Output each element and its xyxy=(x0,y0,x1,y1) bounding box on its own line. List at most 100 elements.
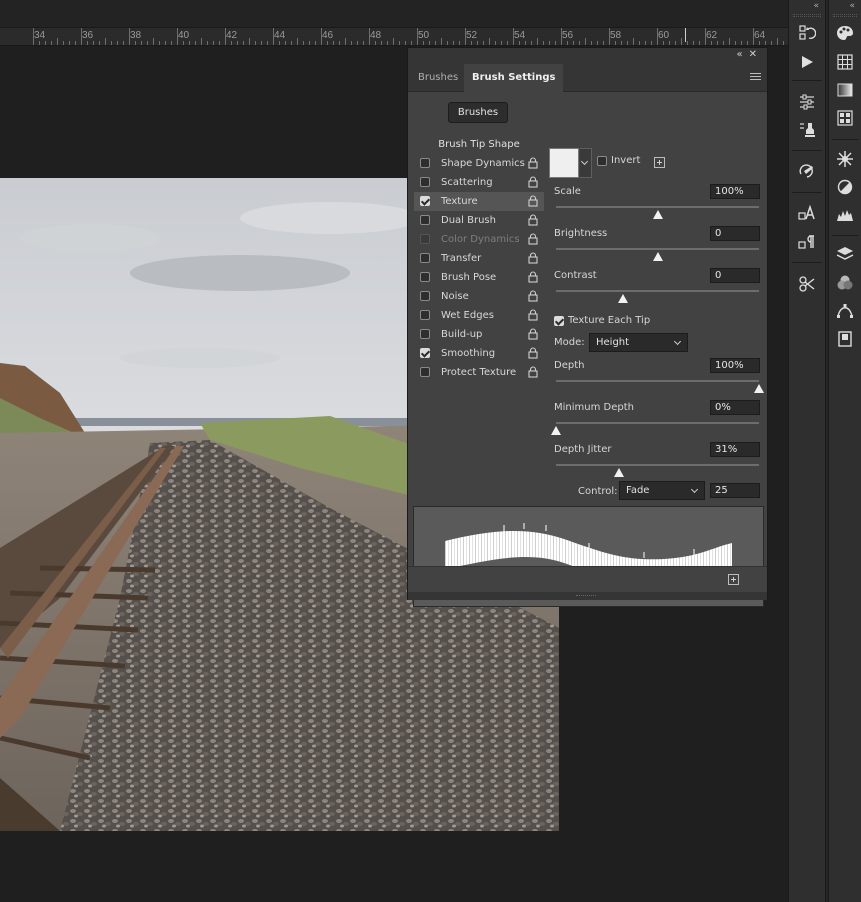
brush-presets-icon[interactable] xyxy=(796,160,818,182)
brightness-slider-thumb[interactable] xyxy=(652,252,663,261)
collapse-arrows-icon[interactable]: « xyxy=(789,0,825,12)
contrast-input[interactable] xyxy=(710,268,760,283)
pattern-picker-dropdown[interactable] xyxy=(580,148,592,178)
depth-jitter-slider-thumb[interactable] xyxy=(613,468,624,477)
mode-dropdown[interactable]: Height xyxy=(589,333,688,352)
brush-option-build-up[interactable]: Build-up xyxy=(414,325,544,344)
ruler-label: 60 xyxy=(658,30,670,41)
depth-label: Depth xyxy=(554,360,585,371)
brush-option-scattering[interactable]: Scattering xyxy=(414,173,544,192)
minimum-depth-slider-track[interactable] xyxy=(556,422,759,424)
swatches-grid-icon[interactable] xyxy=(834,51,856,73)
depth-input[interactable] xyxy=(710,358,760,373)
depth-slider-track[interactable] xyxy=(556,380,759,382)
paths-icon[interactable] xyxy=(834,300,856,322)
ruler-tick xyxy=(675,41,676,45)
clone-source-icon[interactable] xyxy=(796,118,818,140)
ruler-tick xyxy=(141,41,142,45)
panel-menu-icon[interactable] xyxy=(750,73,761,82)
ruler-tick xyxy=(651,41,652,45)
invert-checkbox[interactable] xyxy=(597,156,607,166)
ruler-tick xyxy=(513,28,514,45)
brush-option-smoothing[interactable]: Smoothing xyxy=(414,344,544,363)
ruler-tick xyxy=(693,41,694,45)
depth-jitter-input[interactable] xyxy=(710,442,760,457)
minimum-depth-input[interactable] xyxy=(710,400,760,415)
character-icon[interactable] xyxy=(796,202,818,224)
mode-value: Height xyxy=(596,337,630,348)
texture-each-tip-checkbox[interactable] xyxy=(554,316,564,326)
option-checkbox[interactable] xyxy=(420,329,430,339)
brightness-label: Brightness xyxy=(554,228,608,239)
option-checkbox[interactable] xyxy=(420,196,430,206)
option-checkbox[interactable] xyxy=(420,310,430,320)
brush-option-texture[interactable]: Texture xyxy=(414,192,544,211)
adjustments-icon[interactable] xyxy=(796,91,818,113)
color-palette-icon[interactable] xyxy=(834,22,856,44)
collapse-panel-icon[interactable]: « xyxy=(736,49,748,60)
texture-pattern-swatch[interactable] xyxy=(549,148,579,178)
brush-option-dual-brush[interactable]: Dual Brush xyxy=(414,211,544,230)
brightness-input[interactable] xyxy=(710,226,760,241)
ruler-tick xyxy=(591,41,592,45)
contrast-slider-thumb[interactable] xyxy=(617,294,628,303)
brush-option-color-dynamics[interactable]: Color Dynamics xyxy=(414,230,544,249)
brush-option-protect-texture[interactable]: Protect Texture xyxy=(414,363,544,382)
contrast-slider-track[interactable] xyxy=(556,290,759,292)
control-amount-input[interactable] xyxy=(710,483,760,498)
brushes-button[interactable]: Brushes xyxy=(448,102,508,123)
paragraph-style-icon[interactable] xyxy=(796,231,818,253)
tool-presets-icon[interactable] xyxy=(796,273,818,295)
adjust-circle-icon[interactable] xyxy=(834,176,856,198)
brush-option-brush-pose[interactable]: Brush Pose xyxy=(414,268,544,287)
histogram-icon[interactable] xyxy=(834,204,856,226)
libraries-icon[interactable] xyxy=(834,328,856,350)
texture-each-tip-label: Texture Each Tip xyxy=(568,315,651,326)
option-checkbox[interactable] xyxy=(420,348,430,358)
depth-jitter-slider-track[interactable] xyxy=(556,464,759,466)
control-dropdown[interactable]: Fade xyxy=(619,481,705,500)
create-new-brush-icon[interactable] xyxy=(728,574,739,585)
option-checkbox[interactable] xyxy=(420,272,430,282)
brush-tip-shape-item[interactable]: Brush Tip Shape xyxy=(414,135,544,154)
history-icon[interactable] xyxy=(796,22,818,44)
panel-resize-grip[interactable] xyxy=(408,592,767,600)
tab-brush-settings[interactable]: Brush Settings xyxy=(464,64,564,92)
new-pattern-icon[interactable] xyxy=(654,157,665,168)
scale-slider-track[interactable] xyxy=(556,206,759,208)
option-checkbox[interactable] xyxy=(420,215,430,225)
brush-option-noise[interactable]: Noise xyxy=(414,287,544,306)
panel-title-bar[interactable]: «✕ xyxy=(408,48,767,64)
scale-input[interactable] xyxy=(710,184,760,199)
option-checkbox[interactable] xyxy=(420,234,430,244)
option-checkbox[interactable] xyxy=(420,253,430,263)
ruler-tick xyxy=(405,41,406,45)
scale-slider-thumb[interactable] xyxy=(652,210,663,219)
close-panel-icon[interactable]: ✕ xyxy=(749,49,763,60)
layers-icon[interactable] xyxy=(834,243,856,265)
minimum-depth-slider-thumb[interactable] xyxy=(551,426,561,435)
option-checkbox[interactable] xyxy=(420,158,430,168)
option-checkbox[interactable] xyxy=(420,291,430,301)
option-checkbox[interactable] xyxy=(420,367,430,377)
navigator-wheel-icon[interactable] xyxy=(834,148,856,170)
ruler-label: 36 xyxy=(82,30,94,41)
option-checkbox[interactable] xyxy=(420,177,430,187)
tab-brushes[interactable]: Brushes xyxy=(410,64,466,92)
ruler-tick xyxy=(249,38,250,45)
horizontal-ruler[interactable]: 34 36 38 40 42 44 46 48 50 52 54 56 58 60 62 64 xyxy=(0,28,788,46)
collapse-arrows-icon[interactable]: « xyxy=(829,0,861,12)
brush-option-wet-edges[interactable]: Wet Edges xyxy=(414,306,544,325)
ruler-tick xyxy=(735,41,736,45)
lock-icon[interactable] xyxy=(528,366,538,385)
brush-option-shape-dynamics[interactable]: Shape Dynamics xyxy=(414,154,544,173)
channels-icon[interactable] xyxy=(834,272,856,294)
play-actions-icon[interactable] xyxy=(796,51,818,73)
brightness-slider-track[interactable] xyxy=(556,248,759,250)
patterns-icon[interactable] xyxy=(834,107,856,129)
gradient-icon[interactable] xyxy=(834,79,856,101)
column-grip[interactable] xyxy=(833,14,857,17)
brush-option-transfer[interactable]: Transfer xyxy=(414,249,544,268)
depth-slider-thumb[interactable] xyxy=(754,384,764,393)
column-grip[interactable] xyxy=(793,14,821,17)
